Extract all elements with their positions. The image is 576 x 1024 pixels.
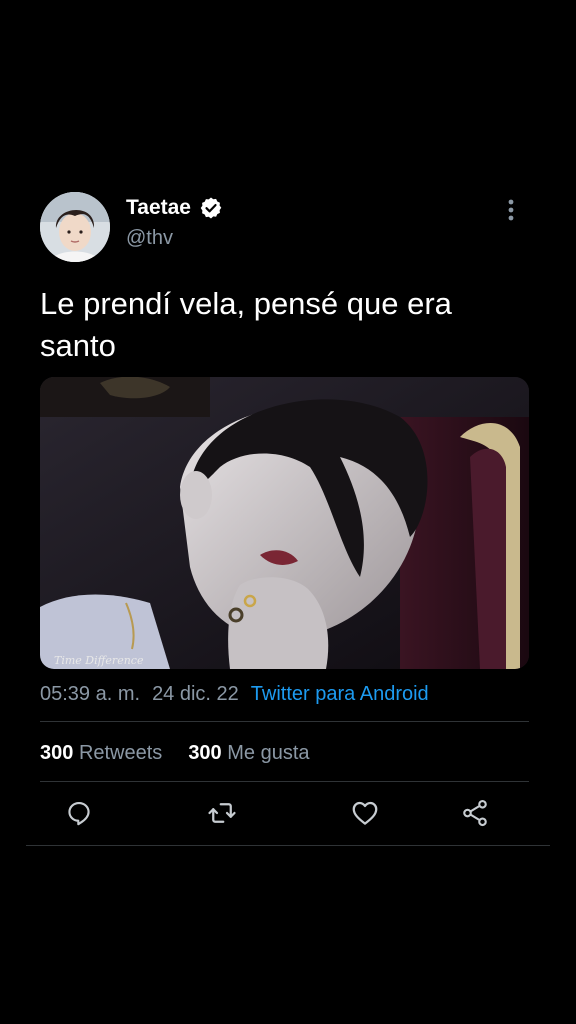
tweet-text: Le prendí vela, pensé que era santo: [40, 286, 452, 363]
retweet-button[interactable]: [207, 798, 237, 828]
tweet-time: 05:39 a. m.: [40, 683, 141, 705]
share-icon: [463, 799, 487, 827]
heart-icon: [352, 801, 378, 825]
tweet-card: Taetae @thv Le prendí vela, pensé que er…: [0, 0, 576, 1024]
like-button[interactable]: [350, 798, 380, 828]
divider: [40, 781, 529, 782]
tweet-date: 24 dic. 22: [152, 683, 239, 705]
likes-stat[interactable]: 300 Me gusta: [188, 742, 309, 764]
more-vertical-icon[interactable]: [500, 196, 522, 224]
handle[interactable]: @thv: [126, 226, 173, 250]
author-name-row[interactable]: Taetae: [126, 196, 223, 220]
display-name[interactable]: Taetae: [126, 196, 191, 220]
reply-icon: [68, 802, 90, 826]
divider: [26, 845, 550, 846]
likes-label: Me gusta: [227, 742, 310, 764]
tweet-media-image[interactable]: Time Difference: [40, 377, 529, 669]
retweets-count: 300: [40, 742, 74, 764]
likes-count: 300: [188, 742, 222, 764]
share-button[interactable]: [460, 798, 490, 828]
verified-badge-icon: [200, 197, 222, 219]
avatar[interactable]: [40, 192, 110, 262]
divider: [40, 721, 529, 722]
tweet-meta: 05:39 a. m. 24 dic. 22 Twitter para Androi…: [40, 681, 429, 707]
tweet-source-link[interactable]: Twitter para Android: [251, 683, 429, 705]
tweet-stats: 300 Retweets 300 Me gusta: [40, 740, 310, 766]
media-watermark: Time Difference: [54, 654, 144, 667]
retweets-stat[interactable]: 300 Retweets: [40, 742, 162, 764]
reply-button[interactable]: [64, 798, 94, 828]
retweet-icon: [208, 803, 236, 823]
retweets-label: Retweets: [78, 742, 163, 764]
